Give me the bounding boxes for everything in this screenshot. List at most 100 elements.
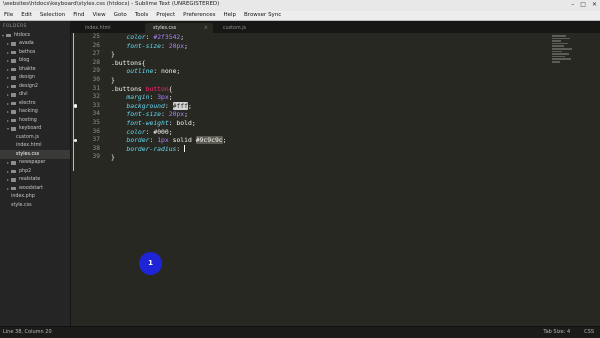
minimize-icon[interactable]: –	[571, 1, 574, 8]
minimap-line	[552, 42, 568, 45]
sidebar-item-divi[interactable]: ▸ divi	[0, 91, 70, 100]
sidebar-item-custom-js[interactable]: custom.js	[0, 133, 70, 142]
code-line-26: font-size: 20px;	[126, 41, 188, 50]
sidebar-item-php2[interactable]: ▸ php2	[0, 167, 70, 176]
color-swatch-dot-icon	[74, 138, 78, 143]
menu-browser-sync[interactable]: Browser Sync	[240, 11, 285, 20]
sidebar-item-design2[interactable]: ▸ design2	[0, 82, 70, 91]
sidebar-item-newspaper[interactable]: ▸ newspaper	[0, 159, 70, 168]
code-line-33: background: #fff;	[126, 101, 192, 110]
line-gutter: 25 26 27 28 29 30 31 32 33 34 35 36 37 3…	[71, 33, 105, 326]
sidebar-item-style-css[interactable]: style.css	[0, 201, 70, 210]
sidebar-item-index-php[interactable]: index.php	[0, 193, 70, 202]
maximize-icon[interactable]: □	[580, 1, 586, 8]
tab-styles-css[interactable]: styles.css ×	[145, 23, 213, 33]
sidebar-item-styles-css[interactable]: styles.css	[0, 150, 70, 159]
sidebar-item-index-html[interactable]: index.html	[0, 142, 70, 151]
sidebar-item-htdocs[interactable]: ▾ htdocs	[0, 31, 70, 40]
menu-file[interactable]: File	[0, 11, 17, 20]
folder-icon	[11, 76, 16, 80]
sidebar-item-label: electro	[19, 100, 36, 106]
sidebar-header: FOLDERS	[3, 24, 27, 29]
menu-tools[interactable]: Tools	[131, 11, 153, 20]
sidebar-item-label: avada	[19, 41, 34, 47]
tab-label: index.html	[85, 25, 111, 31]
menu-edit[interactable]: Edit	[17, 11, 36, 20]
sidebar-item-label: index.php	[11, 194, 35, 200]
sidebar-item-blog[interactable]: ▸ blog	[0, 57, 70, 66]
code-editor[interactable]: 25 26 27 28 29 30 31 32 33 34 35 36 37 3…	[71, 33, 600, 326]
color-value-highlight: #9c9c9c	[195, 136, 223, 145]
folder-icon	[11, 127, 16, 131]
minimap-line	[552, 58, 571, 60]
sidebar-item-label: index.html	[16, 143, 42, 149]
tab-size-setting[interactable]: Tab Size: 4	[543, 329, 570, 335]
close-icon[interactable]: ×	[204, 25, 208, 31]
code-line-38: border-radius:	[126, 144, 186, 153]
menu-help[interactable]: Help	[219, 11, 240, 20]
sidebar-item-electro[interactable]: ▸ electro	[0, 99, 70, 108]
sidebar-item-hosting[interactable]: ▸ hosting	[0, 116, 70, 125]
color-value-highlight: #fff	[172, 101, 188, 110]
line-number-row: 37	[71, 136, 105, 145]
folder-icon	[11, 178, 16, 182]
code-line-34: font-size: 20px;	[126, 110, 188, 119]
line-number: 26	[92, 41, 100, 49]
menu-view[interactable]: View	[89, 11, 110, 20]
sidebar-item-label: style.css	[11, 202, 32, 208]
tab-custom-js[interactable]: custom.js	[215, 23, 281, 33]
folder-icon	[11, 93, 16, 97]
folder-icon	[11, 42, 16, 46]
folder-icon	[11, 84, 16, 88]
folder-icon	[6, 33, 11, 37]
menu-preferences[interactable]: Preferences	[179, 11, 219, 20]
sidebar-item-woodstart[interactable]: ▸ woodstart	[0, 184, 70, 193]
code-line-32: margin: 3px;	[126, 93, 173, 102]
minimap-line	[552, 53, 569, 55]
sidebar-item-label: blog	[19, 58, 30, 64]
line-number: 34	[92, 110, 100, 118]
folder-icon	[11, 67, 16, 71]
sidebar-item-realstate[interactable]: ▸ realstate	[0, 176, 70, 185]
sidebar-item-label: woodstart	[19, 185, 44, 191]
line-number: 36	[92, 127, 100, 135]
folder-icon	[11, 161, 16, 165]
menu-find[interactable]: Find	[69, 11, 88, 20]
sidebar-item-keyboard[interactable]: ▾ keyboard	[0, 125, 70, 134]
code-line-28: .buttons{	[111, 58, 146, 67]
sidebar-item-bethos[interactable]: ▸ bethos	[0, 48, 70, 57]
tab-bar: index.html styles.css × custom.js	[71, 21, 600, 33]
line-number: 29	[92, 67, 100, 75]
sidebar-item-label: hacking	[19, 109, 38, 115]
line-number: 30	[92, 75, 100, 83]
sidebar-item-hacking[interactable]: ▸ hacking	[0, 108, 70, 117]
sidebar-item-bhakte[interactable]: ▸ bhakte	[0, 65, 70, 74]
minimap-line	[552, 45, 564, 47]
code-lines[interactable]: color: #2f3542; font-size: 20px; } .butt…	[111, 33, 227, 162]
minimap[interactable]	[552, 35, 592, 75]
status-right: Tab Size: 4 CSS	[543, 329, 594, 335]
sidebar-item-label: bethos	[19, 49, 36, 55]
syntax-setting[interactable]: CSS	[584, 329, 594, 335]
minimap-line	[552, 55, 565, 58]
line-number: 39	[92, 153, 100, 161]
sidebar-item-avada[interactable]: ▸ avada	[0, 40, 70, 49]
sidebar-item-label: styles.css	[16, 151, 40, 157]
code-line-35: font-weight: bold;	[126, 118, 196, 127]
line-number: 32	[92, 93, 100, 101]
line-number: 27	[92, 50, 100, 58]
code-line-37: border: 1px solid #9c9c9c;	[126, 136, 227, 145]
line-number: 38	[92, 144, 100, 152]
close-window-icon[interactable]: ✕	[592, 1, 597, 8]
sidebar-item-design[interactable]: ▸ design	[0, 74, 70, 83]
sidebar-item-label: divi	[19, 92, 28, 98]
folder-icon	[11, 50, 16, 54]
menu-selection[interactable]: Selection	[36, 11, 69, 20]
menu-project[interactable]: Project	[152, 11, 179, 20]
folder-icon	[11, 59, 16, 63]
menu-goto[interactable]: Goto	[110, 11, 131, 20]
code-line-31: .buttons button{	[111, 84, 173, 93]
tab-index-html[interactable]: index.html	[77, 23, 143, 33]
folder-icon	[11, 118, 16, 122]
code-line-30: }	[111, 75, 115, 84]
